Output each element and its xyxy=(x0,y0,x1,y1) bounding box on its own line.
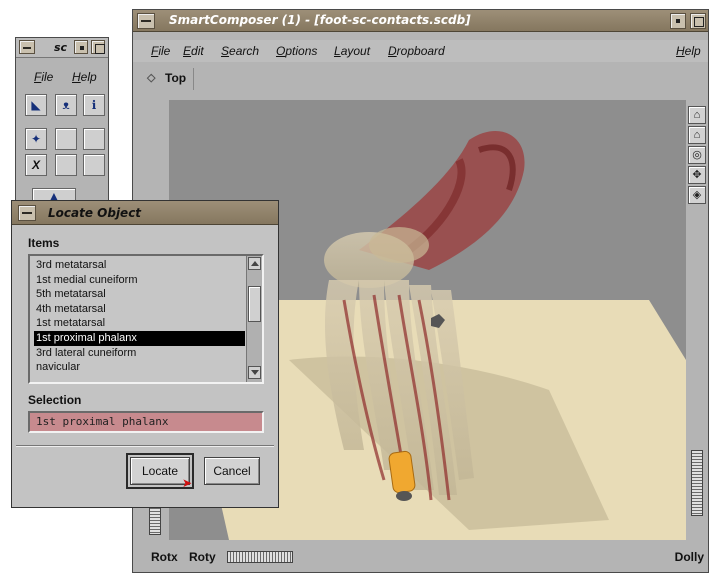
palette-menubar: File Help xyxy=(16,66,108,88)
palette-minimize-button[interactable] xyxy=(74,40,88,54)
menu-options[interactable]: Options xyxy=(276,44,317,58)
list-item[interactable]: 1st proximal phalanx xyxy=(34,330,245,346)
select-arrow-icon[interactable]: ◣ xyxy=(25,94,47,116)
menu-layout[interactable]: Layout xyxy=(334,44,370,58)
empty-tool-slot[interactable] xyxy=(83,154,105,176)
main-menubar: File Edit Search Options Layout Dropboar… xyxy=(133,40,708,62)
scrollbar-thumb[interactable] xyxy=(248,286,261,322)
scene-icon[interactable]: ✦ xyxy=(25,128,47,150)
palette-title-bar[interactable]: sc xyxy=(16,38,108,58)
dolly-label: Dolly xyxy=(674,550,704,564)
breadcrumb-divider xyxy=(193,68,194,90)
items-label: Items xyxy=(28,236,60,250)
locate-object-dialog: Locate Object Items 3rd metatarsal 1st me… xyxy=(11,200,279,508)
list-item[interactable]: 5th metatarsal xyxy=(34,287,245,302)
info-icon[interactable]: ℹ xyxy=(83,94,105,116)
minimize-button[interactable] xyxy=(670,13,686,29)
home-icon[interactable]: ⌂ xyxy=(688,106,706,124)
scroll-down-icon[interactable] xyxy=(248,366,261,379)
rotx-thumbwheel[interactable] xyxy=(149,505,161,535)
pick-icon[interactable]: ᴥ xyxy=(55,94,77,116)
selection-field[interactable]: 1st proximal phalanx xyxy=(28,411,264,433)
roty-label: Roty xyxy=(189,550,216,564)
items-listbox[interactable]: 3rd metatarsal 1st medial cuneiform 5th me… xyxy=(28,254,264,384)
list-item[interactable]: 3rd metatarsal xyxy=(34,258,245,273)
palette-menu-file[interactable]: File xyxy=(34,70,53,84)
tool-palette-window: sc File Help ◣ ᴥ ℹ ✦ X ▲ xyxy=(15,37,109,217)
dialog-title-bar[interactable]: Locate Object xyxy=(12,201,278,225)
empty-tool-slot[interactable] xyxy=(83,128,105,150)
view-all-icon[interactable]: ◎ xyxy=(688,146,706,164)
x-icon[interactable]: X xyxy=(25,154,47,176)
roty-thumbwheel[interactable] xyxy=(227,551,293,563)
menu-help[interactable]: Help xyxy=(676,44,701,58)
mouse-cursor-icon: ➤ xyxy=(182,476,193,490)
menu-file[interactable]: File xyxy=(151,44,170,58)
scroll-up-icon[interactable] xyxy=(248,257,261,270)
viewer-bottom-bar: Rotx Roty Dolly xyxy=(133,542,708,572)
rotx-label: Rotx xyxy=(151,550,178,564)
window-title: SmartComposer (1) - [foot-sc-contacts.sc… xyxy=(169,13,471,27)
selection-label: Selection xyxy=(28,393,82,407)
locate-button-label: Locate xyxy=(141,464,179,478)
diamond-icon: ◇ xyxy=(147,72,156,84)
set-home-icon[interactable]: ⌂ xyxy=(688,126,706,144)
cancel-button-label: Cancel xyxy=(213,464,251,478)
locate-button[interactable]: Locate xyxy=(126,453,194,489)
breadcrumb[interactable]: ◇ Top xyxy=(135,70,191,92)
palette-maximize-button[interactable] xyxy=(91,40,105,54)
dolly-thumbwheel[interactable] xyxy=(691,450,703,516)
window-menu-button[interactable] xyxy=(137,13,155,29)
list-item[interactable]: 1st metatarsal xyxy=(34,316,245,331)
list-item[interactable]: 1st medial cuneiform xyxy=(34,273,245,288)
menu-dropboard[interactable]: Dropboard xyxy=(388,44,445,58)
maximize-button[interactable] xyxy=(690,13,706,29)
list-item[interactable]: navicular xyxy=(34,360,245,375)
seek-icon[interactable]: ✥ xyxy=(688,166,706,184)
dialog-title: Locate Object xyxy=(48,206,142,220)
palette-title: sc xyxy=(54,41,68,54)
viewer-right-toolbar: ⌂ ⌂ ◎ ✥ ◈ xyxy=(686,100,708,540)
breadcrumb-top: Top xyxy=(165,71,187,85)
palette-menu-help[interactable]: Help xyxy=(72,70,97,84)
empty-tool-slot[interactable] xyxy=(55,128,77,150)
list-item[interactable]: 3rd lateral cuneiform xyxy=(34,346,245,361)
items-list: 3rd metatarsal 1st medial cuneiform 5th me… xyxy=(34,258,245,375)
palette-window-menu-button[interactable] xyxy=(19,40,35,54)
dialog-window-menu-button[interactable] xyxy=(18,205,36,221)
empty-tool-slot[interactable] xyxy=(55,154,77,176)
main-title-bar[interactable]: SmartComposer (1) - [foot-sc-contacts.sc… xyxy=(133,10,708,32)
perspective-icon[interactable]: ◈ xyxy=(688,186,706,204)
dialog-separator xyxy=(16,445,274,447)
items-scrollbar[interactable] xyxy=(246,256,262,382)
list-item[interactable]: 4th metatarsal xyxy=(34,302,245,317)
cancel-button[interactable]: Cancel xyxy=(204,457,260,485)
menu-edit[interactable]: Edit xyxy=(183,44,204,58)
menu-search[interactable]: Search xyxy=(221,44,259,58)
